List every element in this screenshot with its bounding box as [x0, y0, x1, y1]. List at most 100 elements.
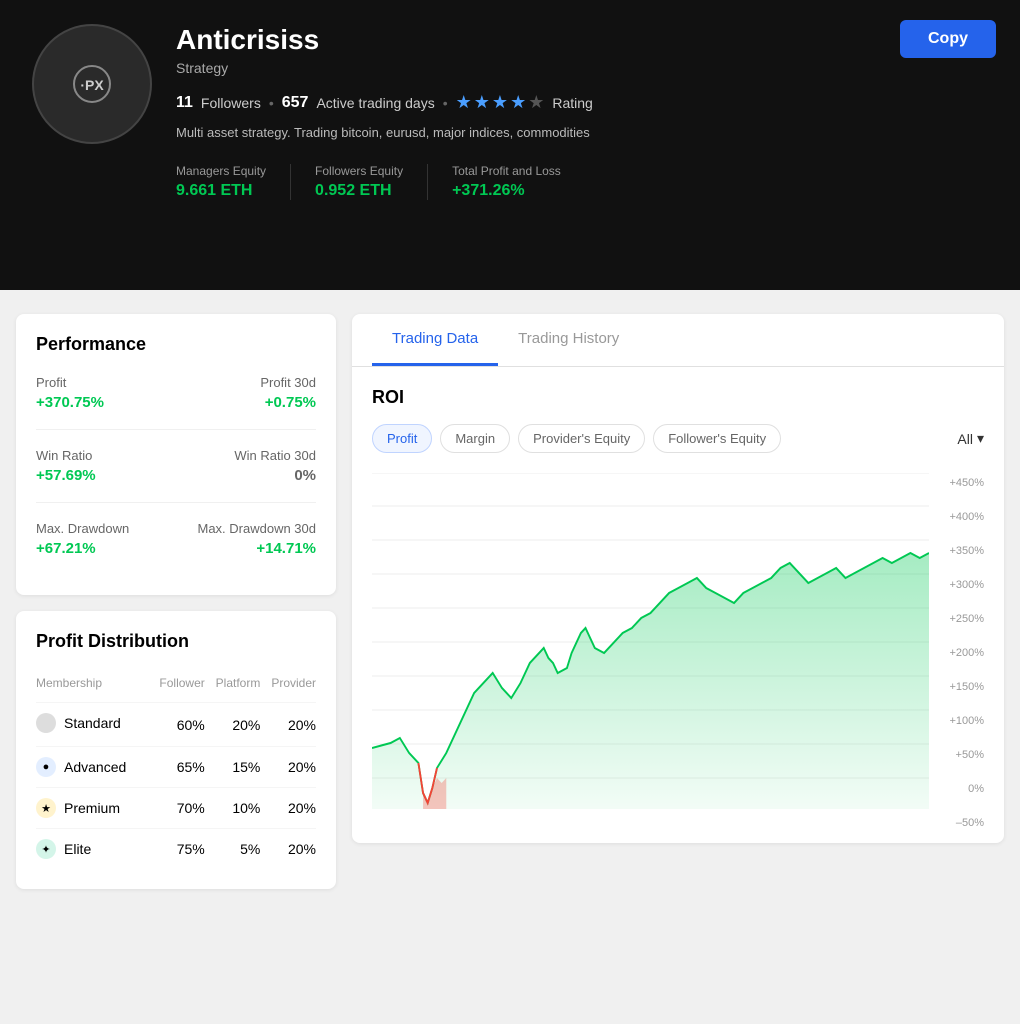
membership-icon: ●: [36, 757, 56, 777]
chart-tabs: Trading Data Trading History: [352, 314, 1004, 367]
strategy-title: Anticrisiss: [176, 24, 988, 56]
provider-pct: 20%: [260, 703, 316, 747]
filter-follower-equity[interactable]: Follower's Equity: [653, 424, 781, 453]
y-label-100: +100%: [929, 715, 984, 727]
perf-winratio30d-label: Win Ratio 30d: [234, 448, 316, 463]
follower-pct: 60%: [148, 703, 204, 747]
th-provider: Provider: [260, 672, 316, 703]
perf-profit30d-label: Profit 30d: [260, 375, 316, 390]
profit-distribution-title: Profit Distribution: [36, 631, 316, 652]
copy-button[interactable]: Copy: [900, 20, 996, 58]
table-row: ✦ Elite 75% 5% 20%: [36, 829, 316, 870]
time-filter-label: All: [957, 431, 973, 447]
membership-icon: ✦: [36, 839, 56, 859]
profit-distribution-card: Profit Distribution Membership Follower …: [16, 611, 336, 889]
star-4: ★: [510, 92, 526, 113]
y-label-neg50: –50%: [929, 817, 984, 829]
roi-title: ROI: [372, 387, 984, 408]
membership-name: ✦ Elite: [36, 829, 148, 870]
filter-profit[interactable]: Profit: [372, 424, 432, 453]
header-section: ·PX Anticrisiss Strategy 11 Followers • …: [0, 0, 1020, 290]
star-5: ★: [528, 92, 544, 113]
stat-followers-equity: Followers Equity 0.952 ETH: [315, 164, 428, 200]
roi-chart: [372, 473, 929, 809]
follower-pct: 65%: [148, 747, 204, 788]
table-row: ★ Premium 70% 10% 20%: [36, 788, 316, 829]
perf-profit-30d: Profit 30d +0.75%: [260, 375, 316, 411]
platform-pct: 15%: [205, 747, 261, 788]
performance-title: Performance: [36, 334, 316, 355]
stat-label-2: Followers Equity: [315, 164, 403, 178]
rating-stars: ★ ★ ★ ★ ★: [456, 92, 545, 113]
filter-margin[interactable]: Margin: [440, 424, 510, 453]
perf-profit-value: +370.75%: [36, 394, 104, 411]
chart-svg-area: [372, 473, 929, 809]
followers-label: Followers: [201, 95, 261, 111]
chart-wrapper: +450% +400% +350% +300% +250% +200% +150…: [372, 473, 984, 833]
y-label-150: +150%: [929, 681, 984, 693]
strategy-subtitle: Strategy: [176, 60, 988, 76]
tab-trading-data[interactable]: Trading Data: [372, 314, 498, 366]
svg-text:·PX: ·PX: [80, 77, 104, 93]
perf-winratio-30d: Win Ratio 30d 0%: [234, 448, 316, 484]
chevron-down-icon: ▾: [977, 430, 984, 447]
perf-winratio-label: Win Ratio: [36, 448, 96, 463]
membership-name: ★ Premium: [36, 788, 148, 829]
perf-profit-label: Profit: [36, 375, 104, 390]
tab-trading-history[interactable]: Trading History: [498, 314, 639, 366]
perf-drawdown30d-value: +14.71%: [198, 540, 317, 557]
stat-label-1: Managers Equity: [176, 164, 266, 178]
follower-pct: 70%: [148, 788, 204, 829]
star-1: ★: [456, 92, 472, 113]
perf-winratio: Win Ratio +57.69%: [36, 448, 96, 484]
perf-profit30d-value: +0.75%: [260, 394, 316, 411]
platform-pct: 20%: [205, 703, 261, 747]
time-filter-all[interactable]: All ▾: [957, 430, 984, 447]
stat-managers-equity: Managers Equity 9.661 ETH: [176, 164, 291, 200]
y-axis: +450% +400% +350% +300% +250% +200% +150…: [929, 473, 984, 833]
stat-label-3: Total Profit and Loss: [452, 164, 561, 178]
right-panel: Trading Data Trading History ROI Profit …: [352, 314, 1004, 843]
y-label-50: +50%: [929, 749, 984, 761]
perf-row-profit: Profit +370.75% Profit 30d +0.75%: [36, 375, 316, 411]
filter-provider-equity[interactable]: Provider's Equity: [518, 424, 645, 453]
membership-icon: ★: [36, 798, 56, 818]
perf-drawdown: Max. Drawdown +67.21%: [36, 521, 129, 557]
provider-pct: 20%: [260, 788, 316, 829]
platform-pct: 5%: [205, 829, 261, 870]
chart-area: ROI Profit Margin Provider's Equity Foll…: [352, 367, 1004, 843]
rating-label: Rating: [552, 95, 592, 111]
stat-value-3: +371.26%: [452, 182, 561, 200]
trading-days-count: 657: [282, 94, 309, 112]
star-2: ★: [474, 92, 490, 113]
stat-value-1: 9.661 ETH: [176, 182, 266, 200]
stat-value-2: 0.952 ETH: [315, 182, 403, 200]
chart-filters: Profit Margin Provider's Equity Follower…: [372, 424, 984, 453]
follower-pct: 75%: [148, 829, 204, 870]
perf-winratio-value: +57.69%: [36, 467, 96, 484]
header-info: Anticrisiss Strategy 11 Followers • 657 …: [176, 24, 988, 200]
provider-pct: 20%: [260, 747, 316, 788]
main-content: Performance Profit +370.75% Profit 30d +…: [0, 290, 1020, 913]
membership-name: ● Advanced: [36, 747, 148, 788]
y-label-0: 0%: [929, 783, 984, 795]
stat-total-pnl: Total Profit and Loss +371.26%: [452, 164, 585, 200]
y-label-200: +200%: [929, 647, 984, 659]
avatar: ·PX: [32, 24, 152, 144]
strategy-description: Multi asset strategy. Trading bitcoin, e…: [176, 125, 988, 140]
perf-drawdown30d-label: Max. Drawdown 30d: [198, 521, 317, 536]
perf-drawdown-value: +67.21%: [36, 540, 129, 557]
distribution-table: Membership Follower Platform Provider St…: [36, 672, 316, 869]
y-label-250: +250%: [929, 613, 984, 625]
header-stats: Managers Equity 9.661 ETH Followers Equi…: [176, 164, 988, 200]
table-row: Standard 60% 20% 20%: [36, 703, 316, 747]
perf-row-winratio: Win Ratio +57.69% Win Ratio 30d 0%: [36, 448, 316, 484]
th-platform: Platform: [205, 672, 261, 703]
th-membership: Membership: [36, 672, 148, 703]
provider-pct: 20%: [260, 829, 316, 870]
trading-days-label: Active trading days: [316, 95, 434, 111]
th-follower: Follower: [148, 672, 204, 703]
perf-winratio30d-value: 0%: [234, 467, 316, 484]
performance-card: Performance Profit +370.75% Profit 30d +…: [16, 314, 336, 595]
star-3: ★: [492, 92, 508, 113]
